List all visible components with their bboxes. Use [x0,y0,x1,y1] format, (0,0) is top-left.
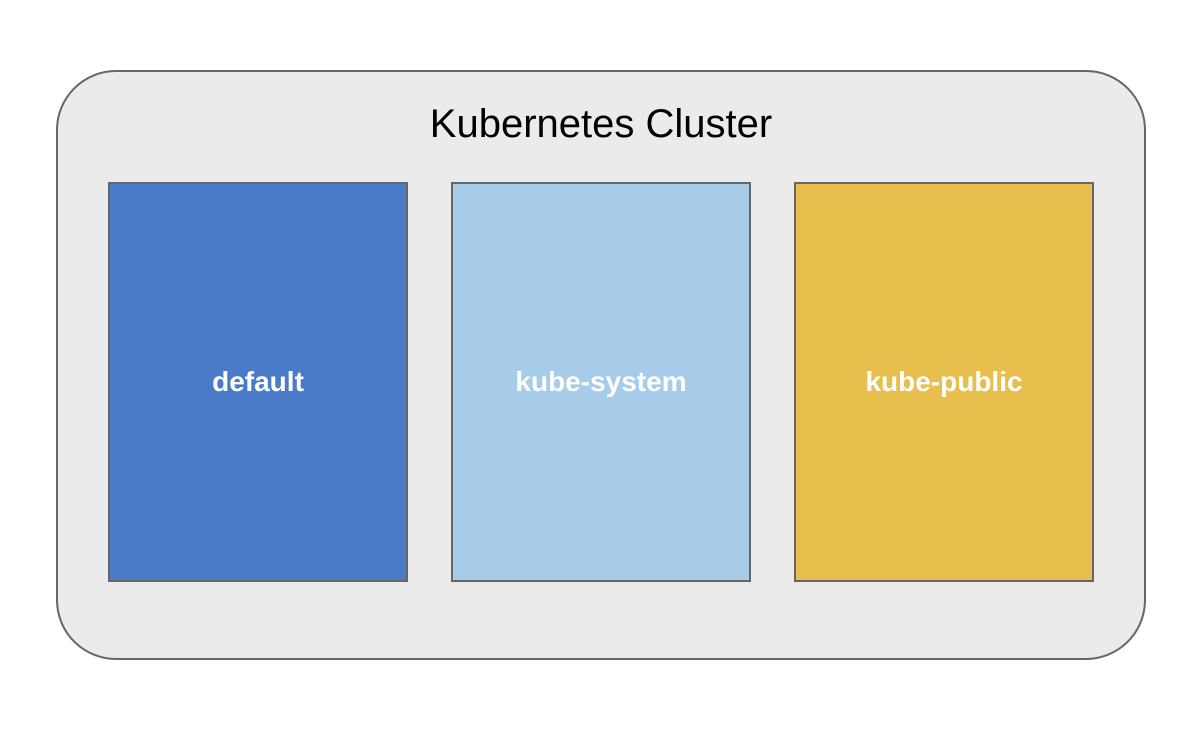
cluster-container: Kubernetes Cluster default kube-system k… [56,70,1146,660]
namespace-label: kube-system [515,366,686,398]
namespace-default: default [108,182,408,582]
namespaces-row: default kube-system kube-public [108,182,1094,608]
namespace-label: kube-public [865,366,1022,398]
cluster-title: Kubernetes Cluster [430,102,772,147]
namespace-kube-public: kube-public [794,182,1094,582]
namespace-kube-system: kube-system [451,182,751,582]
namespace-label: default [212,366,304,398]
